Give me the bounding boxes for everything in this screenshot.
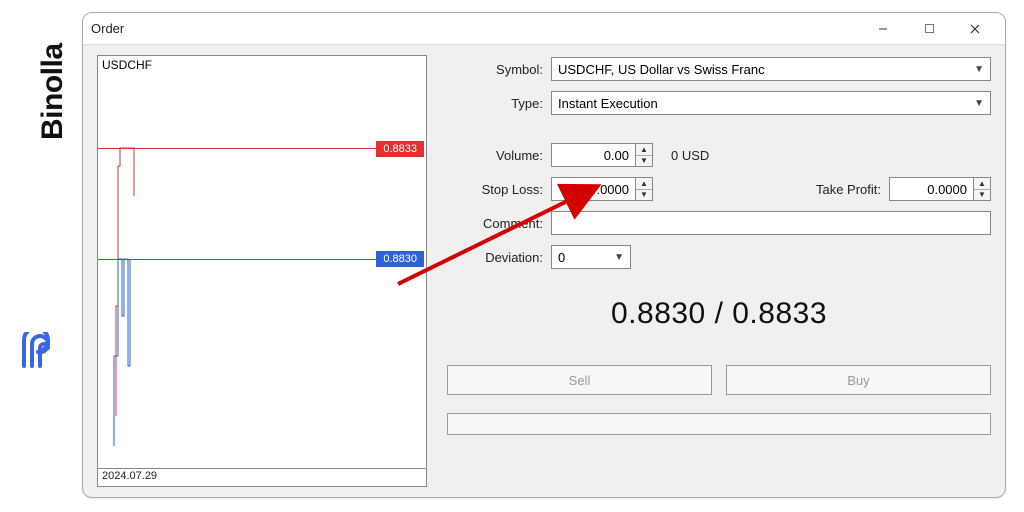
close-button[interactable]: [953, 15, 997, 43]
type-label: Type:: [447, 96, 543, 111]
titlebar: Order: [83, 13, 1005, 45]
bid-price-tag: 0.8830: [376, 251, 424, 267]
tick-lines: [98, 56, 383, 469]
spin-up-icon[interactable]: ▲: [636, 144, 652, 156]
window-title: Order: [91, 21, 861, 36]
volume-input[interactable]: 0.00: [551, 143, 635, 167]
chart-pane: USDCHF 0.8833 0.8830 2024.07.29: [97, 55, 427, 487]
stoploss-input[interactable]: 0.0000: [551, 177, 635, 201]
chevron-down-icon: ▼: [974, 98, 984, 109]
symbol-label: Symbol:: [447, 62, 543, 77]
deviation-select-value: 0: [558, 250, 565, 265]
takeprofit-stepper[interactable]: ▲ ▼: [973, 177, 991, 201]
volume-label: Volume:: [447, 148, 543, 163]
minimize-button[interactable]: [861, 15, 905, 43]
status-bar: [447, 413, 991, 435]
order-form: Symbol: USDCHF, US Dollar vs Swiss Franc…: [447, 55, 991, 487]
takeprofit-label: Take Profit:: [791, 182, 881, 197]
spin-down-icon[interactable]: ▼: [636, 190, 652, 201]
takeprofit-input[interactable]: 0.0000: [889, 177, 973, 201]
volume-stepper[interactable]: ▲ ▼: [635, 143, 653, 167]
tick-chart[interactable]: USDCHF 0.8833 0.8830: [97, 55, 427, 469]
quote-display: 0.8830 / 0.8833: [447, 297, 991, 331]
type-select[interactable]: Instant Execution ▼: [551, 91, 991, 115]
spin-down-icon[interactable]: ▼: [636, 156, 652, 167]
volume-usd-label: 0 USD: [671, 148, 709, 163]
ask-price-tag: 0.8833: [376, 141, 424, 157]
maximize-button[interactable]: [907, 15, 951, 43]
comment-label: Comment:: [447, 216, 543, 231]
chevron-down-icon: ▼: [614, 252, 624, 263]
sell-button[interactable]: Sell: [447, 365, 712, 395]
stoploss-stepper[interactable]: ▲ ▼: [635, 177, 653, 201]
deviation-label: Deviation:: [447, 250, 543, 265]
spin-up-icon[interactable]: ▲: [636, 178, 652, 190]
symbol-select-value: USDCHF, US Dollar vs Swiss Franc: [558, 62, 765, 77]
deviation-select[interactable]: 0 ▼: [551, 245, 631, 269]
chevron-down-icon: ▼: [974, 64, 984, 75]
symbol-select[interactable]: USDCHF, US Dollar vs Swiss Franc ▼: [551, 57, 991, 81]
comment-input[interactable]: [551, 211, 991, 235]
stoploss-label: Stop Loss:: [447, 182, 543, 197]
order-window: Order USDCHF 0.8833 0.8830: [82, 12, 1006, 498]
spin-down-icon[interactable]: ▼: [974, 190, 990, 201]
buy-button[interactable]: Buy: [726, 365, 991, 395]
spin-up-icon[interactable]: ▲: [974, 178, 990, 190]
brand-logo-icon: [18, 332, 58, 372]
chart-date-axis: 2024.07.29: [97, 469, 427, 487]
type-select-value: Instant Execution: [558, 96, 658, 111]
brand-label: Binolla: [36, 0, 70, 140]
